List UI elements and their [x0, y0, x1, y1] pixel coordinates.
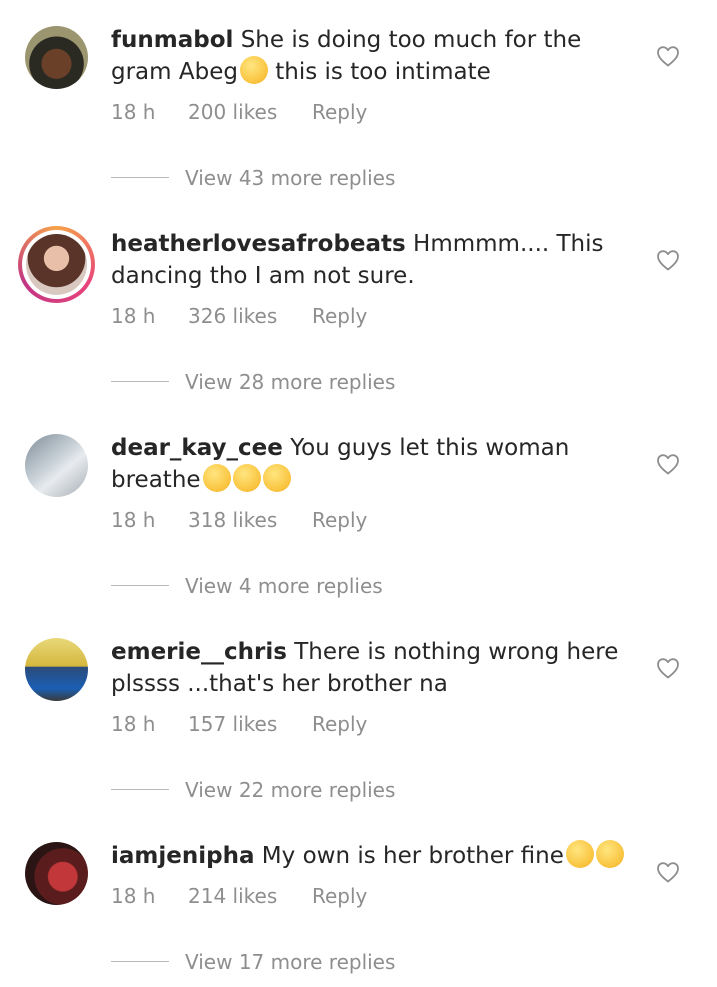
- view-replies-label[interactable]: View 4 more replies: [185, 574, 383, 598]
- timestamp: 18 h: [111, 508, 156, 532]
- comment-item: dear_kay_cee You guys let this woman bre…: [0, 408, 717, 612]
- likes-count[interactable]: 326 likes: [188, 304, 277, 328]
- view-replies-label[interactable]: View 43 more replies: [185, 166, 395, 190]
- timestamp: 18 h: [111, 100, 156, 124]
- comment-body-continued: this is too intimate: [267, 59, 491, 85]
- username[interactable]: emerie__chris: [111, 639, 287, 665]
- comment-text: iamjenipha My own is her brother fine: [111, 840, 633, 872]
- heart-outline-icon[interactable]: [656, 861, 680, 883]
- reply-button[interactable]: Reply: [312, 508, 367, 532]
- reply-button[interactable]: Reply: [312, 712, 367, 736]
- reply-button[interactable]: Reply: [312, 884, 367, 908]
- comment-text: emerie__chris There is nothing wrong her…: [111, 636, 633, 700]
- timestamp: 18 h: [111, 712, 156, 736]
- tears-of-joy-emoji-icon: [202, 464, 231, 492]
- username[interactable]: iamjenipha: [111, 843, 254, 869]
- comment-item: emerie__chris There is nothing wrong her…: [0, 612, 717, 816]
- username[interactable]: dear_kay_cee: [111, 435, 283, 461]
- replies-divider: [111, 961, 169, 962]
- replies-divider: [111, 585, 169, 586]
- avatar-photo: [26, 234, 87, 295]
- pleading-face-emoji-icon: [565, 840, 594, 868]
- comment-item: heatherlovesafrobeats Hmmmm.... This dan…: [0, 204, 717, 408]
- reply-button[interactable]: Reply: [312, 100, 367, 124]
- avatar-with-story-ring[interactable]: [18, 226, 95, 303]
- likes-count[interactable]: 214 likes: [188, 884, 277, 908]
- reply-button[interactable]: Reply: [312, 304, 367, 328]
- tears-of-joy-emoji-icon: [262, 464, 291, 492]
- view-replies-label[interactable]: View 22 more replies: [185, 778, 395, 802]
- replies-divider: [111, 789, 169, 790]
- comment-text: funmabol She is doing too much for the g…: [111, 24, 633, 88]
- username[interactable]: funmabol: [111, 27, 233, 53]
- view-replies-label[interactable]: View 28 more replies: [185, 370, 395, 394]
- avatar[interactable]: [25, 26, 88, 89]
- tears-of-joy-emoji-icon: [232, 464, 261, 492]
- replies-divider: [111, 381, 169, 382]
- comment-body: My own is her brother fine: [261, 843, 564, 869]
- comment-text: dear_kay_cee You guys let this woman bre…: [111, 432, 633, 496]
- view-replies-label[interactable]: View 17 more replies: [185, 950, 395, 974]
- replies-divider: [111, 177, 169, 178]
- username[interactable]: heatherlovesafrobeats: [111, 231, 406, 257]
- comment-item: iamjenipha My own is her brother fine 18…: [0, 816, 717, 987]
- heart-outline-icon[interactable]: [656, 453, 680, 475]
- likes-count[interactable]: 318 likes: [188, 508, 277, 532]
- comment-item: funmabol She is doing too much for the g…: [0, 0, 717, 204]
- timestamp: 18 h: [111, 884, 156, 908]
- heart-outline-icon[interactable]: [656, 249, 680, 271]
- comment-text: heatherlovesafrobeats Hmmmm.... This dan…: [111, 228, 633, 292]
- avatar[interactable]: [25, 638, 88, 701]
- pleading-face-emoji-icon: [595, 840, 624, 868]
- avatar[interactable]: [25, 842, 88, 905]
- avatar[interactable]: [25, 434, 88, 497]
- pleading-face-emoji-icon: [239, 56, 268, 84]
- heart-outline-icon[interactable]: [656, 657, 680, 679]
- timestamp: 18 h: [111, 304, 156, 328]
- likes-count[interactable]: 157 likes: [188, 712, 277, 736]
- likes-count[interactable]: 200 likes: [188, 100, 277, 124]
- heart-outline-icon[interactable]: [656, 45, 680, 67]
